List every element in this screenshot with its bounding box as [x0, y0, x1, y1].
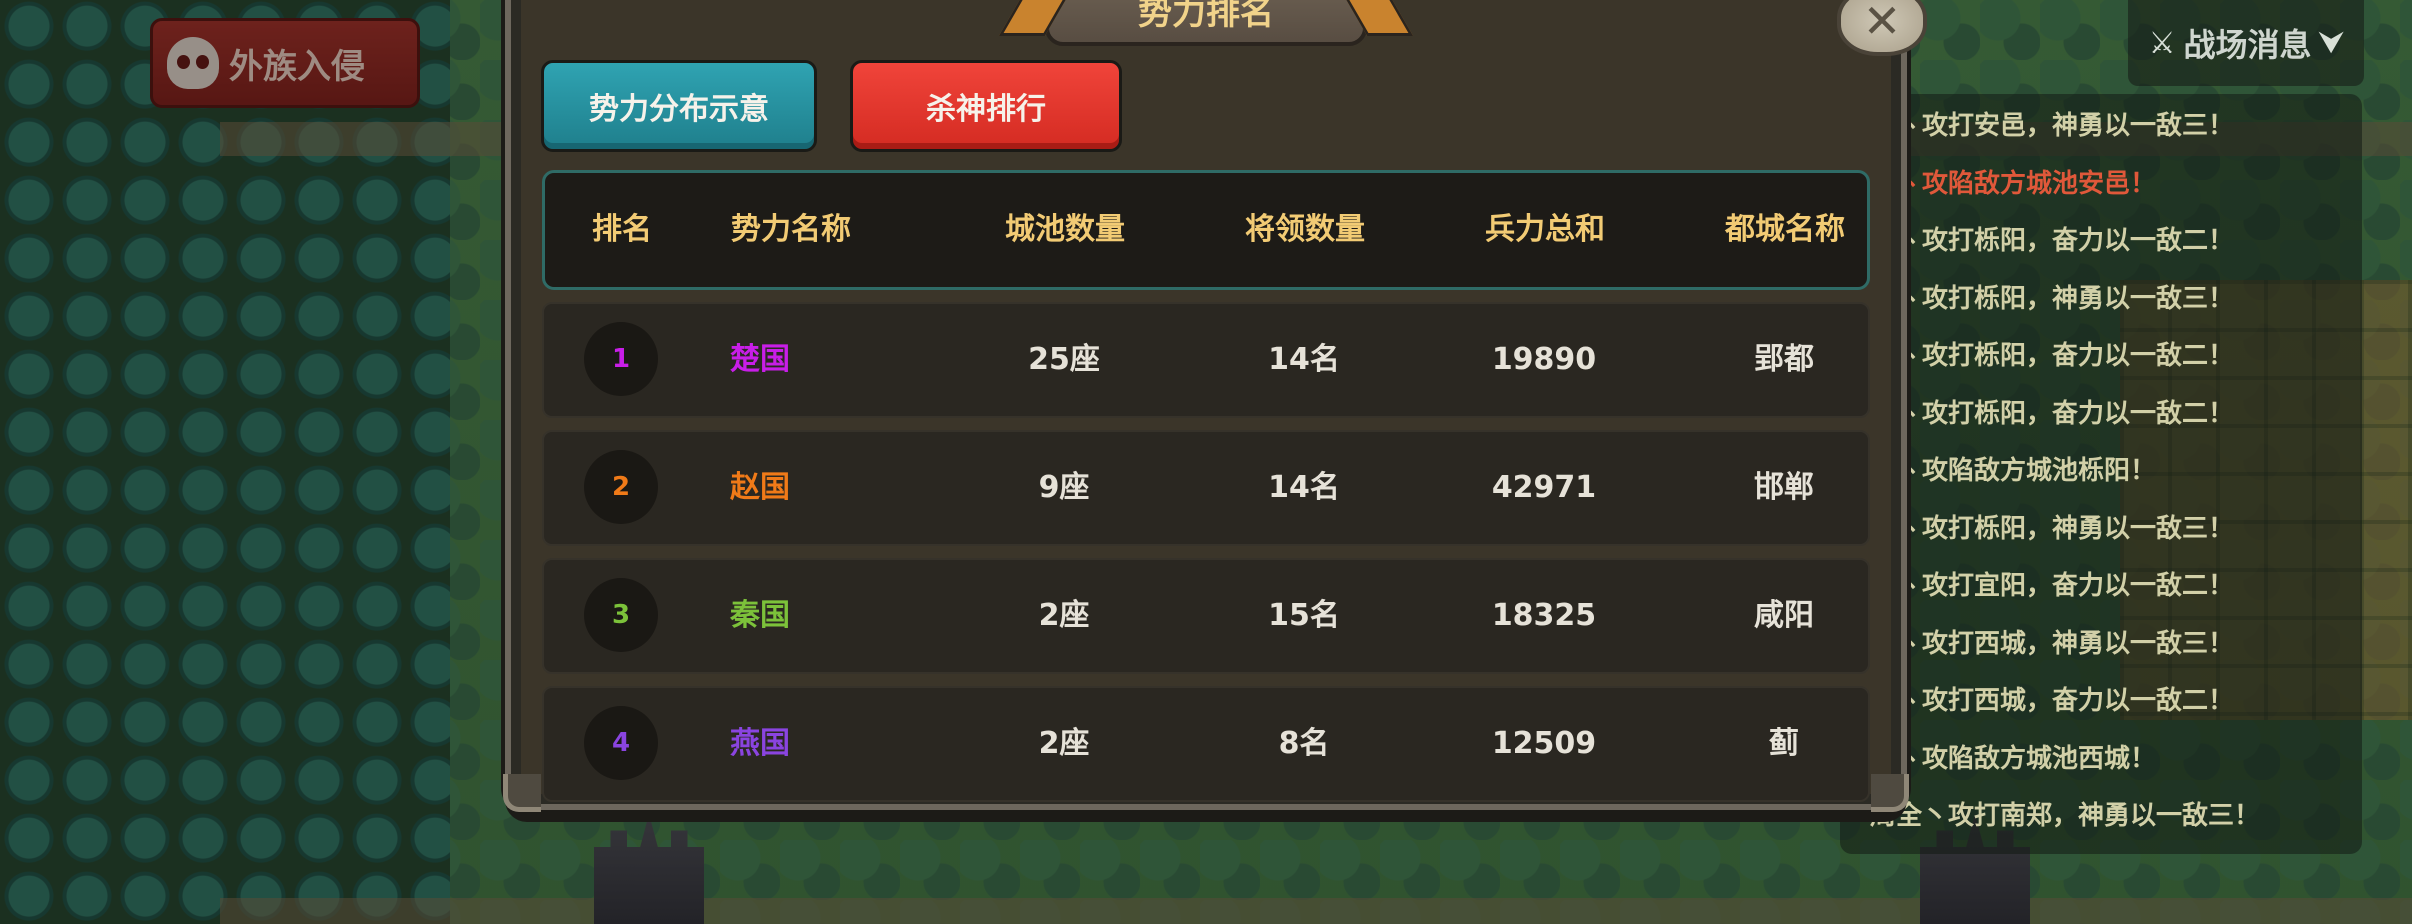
rank-badge: 2 [584, 450, 658, 524]
rank-badge: 4 [584, 706, 658, 780]
rank-badge: 1 [584, 322, 658, 396]
capital-name: 邯郸 [1754, 470, 1814, 505]
table-row[interactable]: 1 楚国 25座 14名 19890 郢都 [542, 302, 1870, 418]
capital-name: 咸阳 [1754, 598, 1814, 633]
battle-news-line: 全丶攻打栎阳，神勇以一敌三！ [1870, 513, 2235, 544]
capital-name: 蓟 [1769, 726, 1799, 761]
table-row[interactable]: 4 燕国 2座 8名 12509 蓟 [542, 686, 1870, 802]
road [220, 898, 2412, 924]
faction-name: 秦国 [730, 598, 790, 633]
ranking-table-header: 排名 势力名称 城池数量 将领数量 兵力总和 都城名称 [542, 170, 1870, 290]
battle-news-line: 全丶攻陷敌方城池安邑！ [1870, 168, 2157, 199]
crossed-swords-icon: ⚔ [2148, 25, 2176, 61]
battle-news-line: 全丶攻打西城，奋力以一敌二！ [1870, 686, 2235, 716]
skull-icon [167, 37, 219, 89]
capital-name: 郢都 [1754, 342, 1814, 377]
battle-news-line: 全丶攻陷敌方城池栎阳！ [1870, 456, 2157, 486]
castle-icon[interactable] [594, 814, 704, 924]
table-row[interactable]: 3 秦国 2座 15名 18325 咸阳 [542, 558, 1870, 674]
table-row[interactable]: 2 赵国 9座 14名 42971 邯郸 [542, 430, 1870, 546]
battle-news-line: 全丶攻打栎阳，奋力以一敌二！ [1870, 398, 2235, 429]
rank-badge: 3 [584, 578, 658, 652]
chevron-down-icon: ⮟ [2319, 26, 2344, 59]
frame-corner [503, 774, 541, 812]
faction-name: 赵国 [730, 470, 790, 505]
battle-news-line: 全丶攻陷敌方城池西城！ [1870, 743, 2157, 774]
close-button[interactable]: ✕ [1837, 0, 1927, 56]
battle-news-toggle[interactable]: ⚔ 战场消息 ⮟ [2128, 0, 2364, 86]
battle-news-line: 周全丶攻打南郑，神勇以一敌三！ [1870, 801, 2261, 831]
header-capital-name: 都城名称 [1725, 212, 1845, 247]
close-x-icon: ✕ [1862, 0, 1902, 48]
modal-title: 势力排名 [1138, 0, 1274, 33]
battle-news-line: 全丶攻打栎阳，神勇以一敌三！ [1870, 283, 2235, 314]
header-rank: 排名 [592, 212, 652, 247]
battle-news-label: 战场消息 [2183, 26, 2312, 64]
faction-name: 燕国 [730, 726, 790, 761]
tab-power-distribution[interactable]: 势力分布示意 [541, 60, 817, 152]
foreign-invasion-button[interactable]: 外族入侵 [150, 18, 420, 108]
battle-news-line: 全丶攻打宜阳，奋力以一敌二！ [1870, 571, 2235, 601]
faction-name: 楚国 [730, 342, 790, 377]
modal-title-plate: 势力排名 [1045, 0, 1367, 46]
tab-kill-ranking[interactable]: 杀神排行 [850, 60, 1122, 152]
battle-news-line: 全丶攻打栎阳，奋力以一敌二！ [1870, 226, 2235, 256]
battle-news-list: 全丶攻打安邑，神勇以一敌三！ 全丶攻陷敌方城池安邑！ 全丶攻打栎阳，奋力以一敌二！ 全… [1870, 102, 2362, 850]
foreign-invasion-label: 外族入侵 [229, 46, 365, 87]
battle-news-line: 全丶攻打安邑，神勇以一敌三！ [1870, 111, 2235, 141]
battle-news-line: 全丶攻打西城，神勇以一敌三！ [1870, 628, 2235, 659]
header-faction-name: 势力名称 [731, 212, 851, 247]
battle-news-line: 全丶攻打栎阳，奋力以一敌二！ [1870, 341, 2235, 371]
